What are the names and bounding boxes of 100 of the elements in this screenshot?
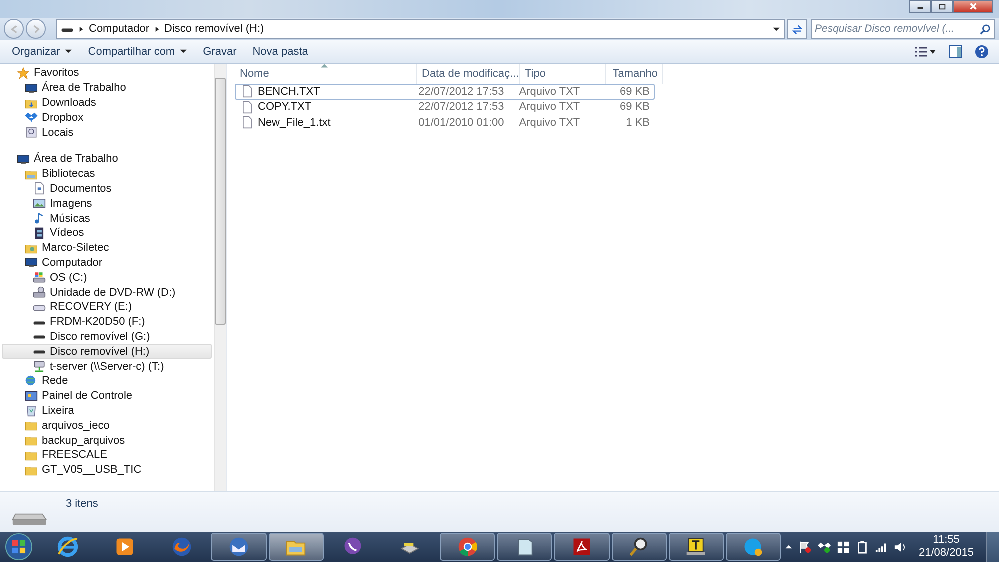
file-name: New_File_1.txt — [258, 116, 331, 129]
restore-button[interactable] — [931, 0, 953, 13]
caret-up-icon — [785, 543, 793, 551]
speaker-icon — [894, 540, 907, 554]
globe-icon — [25, 374, 38, 388]
toolbar-button[interactable]: Gravar — [197, 44, 243, 60]
dropdown-caret-icon — [180, 49, 188, 54]
tree-item[interactable]: Vídeos — [2, 226, 212, 241]
tree-item[interactable]: Área de Trabalho — [2, 152, 212, 167]
disc-drive-icon — [33, 286, 46, 300]
column-header[interactable]: Tipo — [520, 64, 606, 84]
tree-item[interactable]: Dropbox — [2, 110, 212, 126]
tree-item[interactable]: Downloads — [2, 96, 212, 110]
toolbar-button[interactable]: Compartilhar com — [82, 44, 194, 60]
file-row[interactable]: COPY.TXT 22/07/2012 17:53 Arquivo TXT 69 KB — [235, 100, 655, 115]
tree-item[interactable]: Músicas — [2, 211, 212, 226]
breadcrumb[interactable]: Computador — [89, 23, 150, 35]
flag-icon — [799, 540, 812, 554]
windows-logo-icon — [837, 540, 850, 554]
list-view-icon — [913, 44, 937, 58]
column-header[interactable]: Data de modificaç... — [417, 64, 520, 84]
breadcrumb[interactable]: Disco removível (H:) — [164, 23, 264, 35]
battery-icon — [856, 540, 869, 554]
letter-t-icon — [685, 536, 708, 558]
back-button[interactable] — [4, 19, 24, 39]
close-button[interactable] — [953, 0, 993, 13]
tree-item[interactable]: Área de Trabalho — [2, 80, 212, 96]
toolbar-button[interactable]: Nova pasta — [246, 44, 314, 60]
search-field[interactable]: Pesquisar Disco removível (... — [811, 19, 995, 39]
sort-arrow-icon — [321, 64, 328, 68]
table-cell-text: 69 KB — [619, 101, 652, 114]
tree-item[interactable]: Lixeira — [2, 404, 212, 418]
tree-item[interactable]: Documentos — [2, 182, 212, 196]
tree-item[interactable]: Favoritos — [2, 66, 212, 81]
tree-item[interactable]: RECOVERY (E:) — [2, 300, 212, 315]
star-icon — [17, 66, 30, 80]
places-icon — [25, 126, 38, 140]
monitor-icon — [17, 152, 30, 166]
restore-icon — [938, 2, 946, 11]
column-header[interactable]: Tamanho — [606, 64, 663, 84]
tree-item[interactable]: Disco removível (G:) — [2, 330, 212, 344]
tree-item[interactable]: Painel de Controle — [2, 388, 212, 404]
network-drive-icon — [33, 360, 46, 374]
table-cell-text: 22/07/2012 17:53 — [418, 101, 506, 114]
column-header[interactable]: Nome — [235, 64, 417, 84]
scrollbar-thumb[interactable] — [215, 78, 226, 325]
recycle-bin-icon — [25, 404, 38, 418]
computer-icon — [25, 256, 38, 270]
chrome-browser-icon — [456, 536, 479, 558]
taskbar-button[interactable] — [211, 533, 267, 561]
tree-item[interactable]: backup_arquivos — [2, 433, 212, 448]
clock-date: 21/08/2015 — [919, 547, 974, 560]
clock[interactable]: 11:55 21/08/2015 — [913, 534, 980, 560]
text-file-icon — [241, 116, 254, 130]
tree-item[interactable]: Unidade de DVD-RW (D:) — [2, 285, 212, 300]
table-cell-text: Arquivo TXT — [518, 116, 582, 129]
table-cell-text: 01/01/2010 01:00 — [418, 116, 506, 129]
text-file-icon — [241, 100, 254, 114]
folder-icon — [25, 419, 38, 432]
minimize-button[interactable] — [909, 0, 931, 13]
table-cell-text: 1 KB — [625, 116, 652, 129]
taskbar-button[interactable] — [612, 533, 667, 561]
tree-item[interactable]: Marco-Siletec — [2, 240, 212, 256]
tree-item[interactable]: FRDM-K20D50 (F:) — [2, 314, 212, 330]
tree-item[interactable]: Disco removível (H:) — [2, 344, 212, 360]
refresh-button[interactable] — [787, 19, 807, 39]
file-name: COPY.TXT — [258, 101, 312, 114]
close-icon — [968, 2, 978, 11]
file-row[interactable]: BENCH.TXT 22/07/2012 17:53 Arquivo TXT 69 KB — [235, 84, 655, 100]
table-cell-text: 22/07/2012 17:53 — [418, 86, 506, 98]
scrollbar[interactable] — [214, 64, 226, 491]
dropdown-caret-icon — [773, 26, 780, 32]
taskbar-button[interactable] — [554, 533, 610, 561]
taskbar-button[interactable] — [668, 533, 724, 561]
search-icon — [980, 24, 991, 34]
tree-item[interactable]: Bibliotecas — [2, 166, 212, 182]
toolbar-button[interactable]: Organizar — [6, 44, 78, 60]
taskbar-button[interactable] — [497, 533, 552, 561]
tree-item[interactable]: Computador — [2, 256, 212, 270]
taskbar-button[interactable] — [440, 533, 496, 561]
chevron-icon — [154, 26, 160, 32]
document-icon — [33, 182, 46, 196]
help-icon — [975, 44, 989, 58]
tree-item[interactable]: arquivos_ieco — [2, 418, 212, 434]
tree-item[interactable]: OS (C:) — [2, 270, 212, 286]
tree-item[interactable]: Locais — [2, 125, 212, 140]
tree-item[interactable]: GT_V05__USB_TIC — [2, 462, 212, 478]
address-bar[interactable]: Computador Disco removível (H:) — [56, 19, 785, 39]
file-name: BENCH.TXT — [258, 86, 320, 98]
tree-item[interactable]: Imagens — [2, 196, 212, 212]
forward-button[interactable] — [26, 19, 46, 39]
tree-item[interactable]: Rede — [2, 374, 212, 389]
monitor-icon — [25, 82, 38, 95]
tree-item[interactable]: t-server (\\Server-c) (T:) — [2, 359, 212, 374]
tree-item[interactable]: FREESCALE — [2, 448, 212, 463]
table-cell-text: Arquivo TXT — [518, 101, 582, 114]
taskbar-button[interactable] — [726, 533, 781, 561]
item-count: 3 itens — [66, 498, 98, 510]
refresh-arrows-icon — [792, 24, 802, 34]
file-row[interactable]: New_File_1.txt 01/01/2010 01:00 Arquivo TXT 1 KB — [235, 115, 655, 130]
